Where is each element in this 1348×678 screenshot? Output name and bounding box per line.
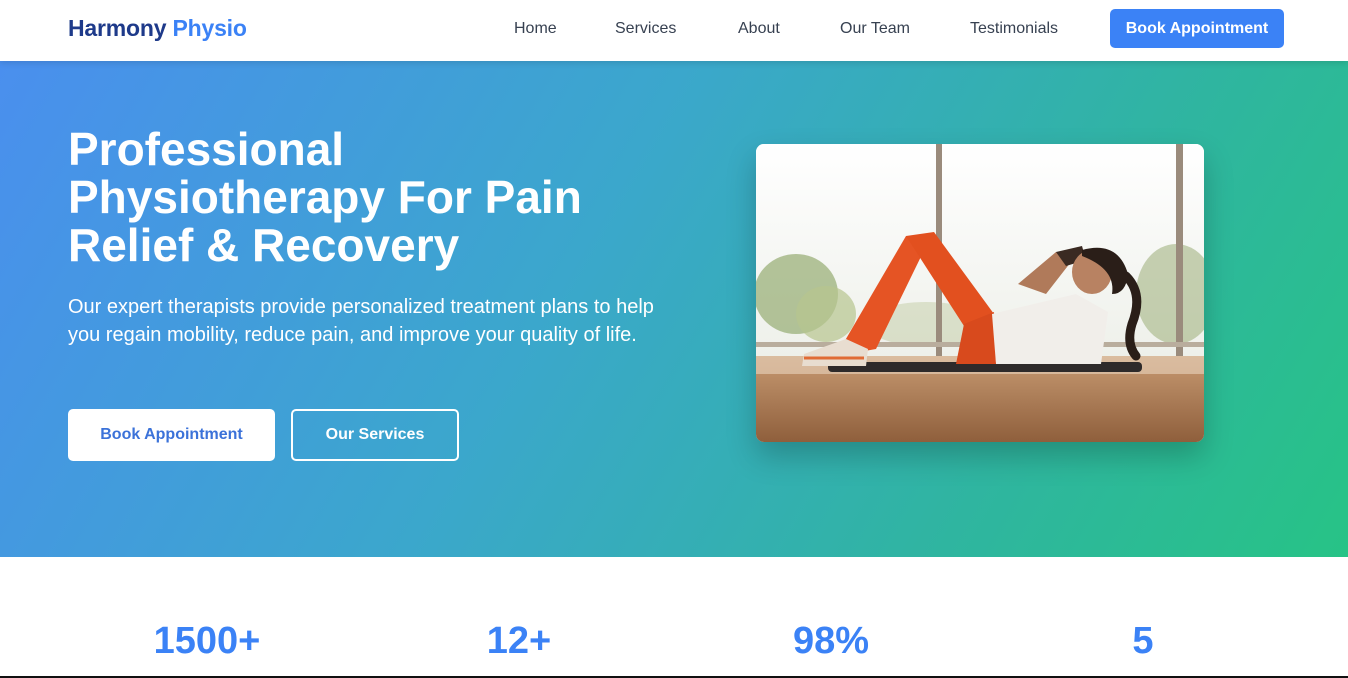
stat-success-rate: 98% bbox=[681, 619, 981, 663]
nav-link-our-team[interactable]: Our Team bbox=[840, 20, 910, 38]
stat-therapists: 5 bbox=[993, 619, 1293, 663]
hero-image bbox=[756, 144, 1204, 442]
stat-value: 5 bbox=[1132, 620, 1154, 662]
hero-section: Professional Physiotherapy For Pain Reli… bbox=[0, 61, 1348, 557]
hero-title: Professional Physiotherapy For Pain Reli… bbox=[68, 123, 582, 271]
stat-value: 12+ bbox=[486, 620, 552, 662]
header-book-appointment-button[interactable]: Book Appointment bbox=[1110, 9, 1284, 48]
woman-exercising-illustration bbox=[756, 144, 1204, 442]
nav-link-services[interactable]: Services bbox=[615, 20, 676, 38]
nav-link-home[interactable]: Home bbox=[514, 20, 557, 38]
hero-subtitle: Our expert therapists provide personaliz… bbox=[68, 296, 654, 346]
site-header: Harmony Physio Home Services About Our T… bbox=[0, 0, 1348, 61]
stat-patients: 1500+ bbox=[57, 619, 357, 663]
hero-our-services-button[interactable]: Our Services bbox=[291, 409, 459, 461]
hero-book-appointment-button[interactable]: Book Appointment bbox=[68, 409, 275, 461]
site-logo[interactable]: Harmony Physio bbox=[68, 15, 247, 42]
stat-value: 1500+ bbox=[153, 620, 261, 662]
stat-value: 98% bbox=[792, 620, 870, 662]
logo-text-primary: Harmony bbox=[68, 15, 167, 41]
stat-years: 12+ bbox=[369, 619, 669, 663]
nav-link-testimonials[interactable]: Testimonials bbox=[970, 20, 1058, 38]
logo-text-accent: Physio bbox=[172, 15, 247, 41]
nav-link-about[interactable]: About bbox=[738, 20, 780, 38]
stats-section: 1500+ 12+ 98% 5 bbox=[0, 557, 1348, 678]
